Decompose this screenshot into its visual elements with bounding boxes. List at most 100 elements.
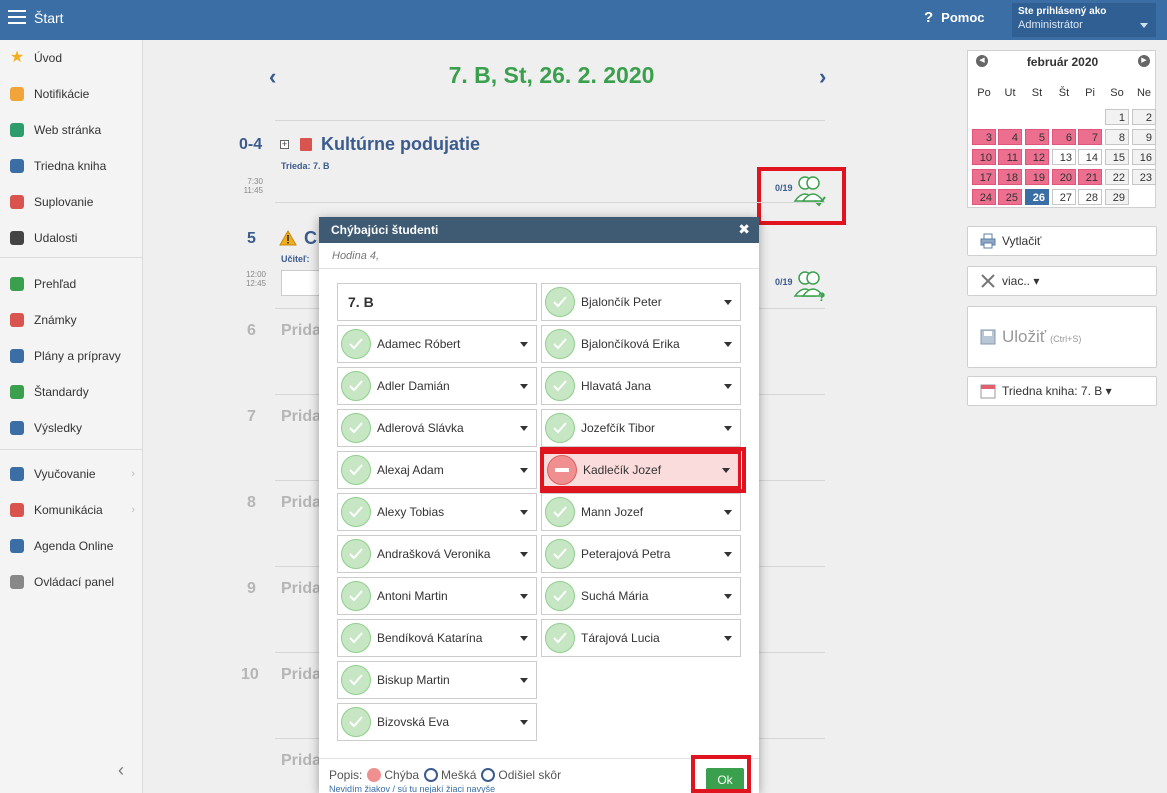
user-menu[interactable]: Ste prihlásený ako Administrátor (1012, 3, 1156, 37)
sidebar-item-notifik-cie[interactable]: Notifikácie (0, 79, 143, 109)
calendar-day[interactable]: 15 (1105, 149, 1129, 165)
chevron-down-icon[interactable] (724, 425, 732, 431)
sidebar-item-preh-ad[interactable]: Prehľad (0, 269, 143, 299)
present-check-icon[interactable] (341, 665, 371, 695)
present-check-icon[interactable] (545, 287, 575, 317)
student-row[interactable]: Antoni Martin (337, 577, 537, 615)
calendar-day[interactable]: 19 (1025, 169, 1049, 185)
chevron-down-icon[interactable] (724, 551, 732, 557)
chevron-down-icon[interactable] (520, 719, 528, 725)
sidebar-item-triedna-kniha[interactable]: Triedna kniha (0, 151, 143, 181)
calendar-day[interactable]: 27 (1052, 189, 1076, 205)
calendar-day[interactable]: 16 (1132, 149, 1156, 165)
chevron-down-icon[interactable] (520, 635, 528, 641)
add-lesson-link[interactable]: Prida (281, 322, 321, 340)
missing-students-link[interactable]: Nevidím žiakov / sú tu nejakí žiaci navy… (329, 784, 495, 793)
present-check-icon[interactable] (341, 707, 371, 737)
chevron-down-icon[interactable] (520, 551, 528, 557)
class-book-button[interactable]: Triedna kniha: 7. B ▾ (967, 376, 1157, 406)
student-row[interactable]: Bjalončík Peter (541, 283, 741, 321)
calendar-day[interactable]: 26 (1025, 189, 1049, 205)
help-button[interactable]: ? Pomoc (924, 9, 985, 26)
calendar-day[interactable]: 13 (1052, 149, 1076, 165)
calendar-day[interactable]: 5 (1025, 129, 1049, 145)
add-lesson-link[interactable]: Prida (281, 494, 321, 512)
present-check-icon[interactable] (341, 497, 371, 527)
sidebar-item-pl-ny-a-pr-pravy[interactable]: Plány a prípravy (0, 341, 143, 371)
calendar-day[interactable]: 1 (1105, 109, 1129, 125)
sidebar-item-vyu-ovanie[interactable]: Vyučovanie › (0, 459, 143, 489)
present-check-icon[interactable] (545, 581, 575, 611)
sidebar-item--tandardy[interactable]: Štandardy (0, 377, 143, 407)
chevron-down-icon[interactable] (520, 383, 528, 389)
student-row[interactable]: Peterajová Petra (541, 535, 741, 573)
sidebar-item--vod[interactable]: ★ Úvod (0, 43, 143, 73)
calendar-day[interactable]: 24 (972, 189, 996, 205)
present-check-icon[interactable] (341, 623, 371, 653)
attendance-people-icon[interactable]: ? (793, 268, 827, 302)
chevron-down-icon[interactable] (520, 509, 528, 515)
sidebar-item-zn-mky[interactable]: Známky (0, 305, 143, 335)
calendar-day[interactable]: 25 (998, 189, 1022, 205)
calendar-day[interactable]: 18 (998, 169, 1022, 185)
calendar-day[interactable]: 14 (1078, 149, 1102, 165)
add-lesson-link[interactable]: Prida (281, 580, 321, 598)
calendar-day[interactable]: 29 (1105, 189, 1129, 205)
close-icon[interactable]: ✖ (738, 221, 750, 238)
save-button[interactable]: Uložiť (Ctrl+S) (967, 306, 1157, 368)
menu-icon[interactable] (8, 10, 26, 24)
chevron-down-icon[interactable] (724, 341, 732, 347)
student-row[interactable]: Suchá Mária (541, 577, 741, 615)
student-row[interactable]: Hlavatá Jana (541, 367, 741, 405)
calendar-day[interactable]: 20 (1052, 169, 1076, 185)
calendar-day[interactable]: 22 (1105, 169, 1129, 185)
chevron-down-icon[interactable] (520, 677, 528, 683)
present-check-icon[interactable] (545, 539, 575, 569)
chevron-down-icon[interactable] (724, 635, 732, 641)
present-check-icon[interactable] (545, 497, 575, 527)
student-row[interactable]: Biskup Martin (337, 661, 537, 699)
calendar-day[interactable]: 6 (1052, 129, 1076, 145)
student-row[interactable]: Adler Damián (337, 367, 537, 405)
present-check-icon[interactable] (341, 371, 371, 401)
sidebar-item-v-sledky[interactable]: Výsledky (0, 413, 143, 443)
calendar-day[interactable]: 28 (1078, 189, 1102, 205)
calendar-day[interactable]: 9 (1132, 129, 1156, 145)
add-lesson-link[interactable]: Prida (281, 666, 321, 684)
more-button[interactable]: viac.. ▾ (967, 266, 1157, 296)
chevron-down-icon[interactable] (724, 593, 732, 599)
present-check-icon[interactable] (341, 455, 371, 485)
calendar-day[interactable]: 10 (972, 149, 996, 165)
add-lesson-link[interactable]: Prida (281, 408, 321, 426)
student-row[interactable]: Bjalončíková Erika (541, 325, 741, 363)
present-check-icon[interactable] (545, 329, 575, 359)
student-row[interactable]: Jozefčík Tibor (541, 409, 741, 447)
student-row[interactable]: Andrašková Veronika (337, 535, 537, 573)
chevron-down-icon[interactable] (724, 299, 732, 305)
student-row[interactable]: Alexaj Adam (337, 451, 537, 489)
present-check-icon[interactable] (341, 539, 371, 569)
calendar-next-icon[interactable]: ▶ (1138, 55, 1150, 67)
calendar-day[interactable]: 8 (1105, 129, 1129, 145)
add-lesson-link[interactable]: Prida (281, 752, 321, 770)
sidebar-item-web-str-nka[interactable]: Web stránka (0, 115, 143, 145)
present-check-icon[interactable] (341, 329, 371, 359)
chevron-down-icon[interactable] (520, 425, 528, 431)
present-check-icon[interactable] (545, 413, 575, 443)
student-row[interactable]: Alexy Tobias (337, 493, 537, 531)
student-row[interactable]: Tárajová Lucia (541, 619, 741, 657)
chevron-down-icon[interactable] (724, 383, 732, 389)
sidebar-item-agenda-online[interactable]: Agenda Online (0, 531, 143, 561)
student-row[interactable]: Adlerová Slávka (337, 409, 537, 447)
lesson-title[interactable]: C (304, 228, 317, 249)
expand-icon[interactable]: + (280, 140, 289, 149)
sidebar-item-komunik-cia[interactable]: Komunikácia › (0, 495, 143, 525)
chevron-down-icon[interactable] (724, 509, 732, 515)
calendar-day[interactable]: 17 (972, 169, 996, 185)
student-row[interactable]: Bendíková Katarína (337, 619, 537, 657)
calendar-day[interactable]: 21 (1078, 169, 1102, 185)
present-check-icon[interactable] (545, 371, 575, 401)
sidebar-item-ovl-dac-panel[interactable]: Ovládací panel (0, 567, 143, 597)
calendar-day[interactable]: 23 (1132, 169, 1156, 185)
student-row[interactable]: Mann Jozef (541, 493, 741, 531)
